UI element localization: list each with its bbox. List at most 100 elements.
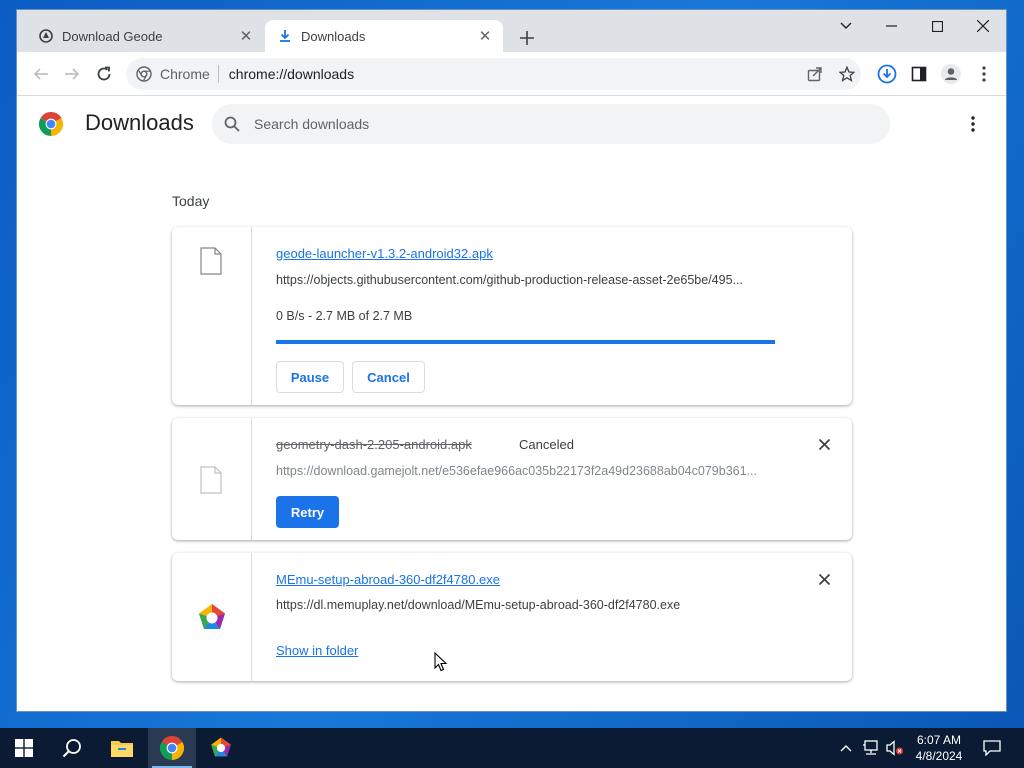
kebab-menu-icon bbox=[971, 116, 975, 132]
windows-taskbar: 6:07 AM 4/8/2024 bbox=[0, 728, 1024, 768]
taskbar-clock[interactable]: 6:07 AM 4/8/2024 bbox=[906, 732, 972, 764]
memu-app-icon bbox=[199, 604, 225, 629]
notification-icon bbox=[983, 740, 1001, 756]
download-icon-area bbox=[172, 553, 252, 681]
tab-search-button[interactable] bbox=[823, 10, 869, 42]
download-item: geode-launcher-v1.3.2-android32.apk http… bbox=[172, 227, 852, 405]
download-arrow-icon bbox=[277, 28, 293, 44]
file-name-link[interactable]: MEmu-setup-abroad-360-df2f4780.exe bbox=[276, 572, 500, 587]
reload-button[interactable] bbox=[90, 60, 118, 88]
page-title: Downloads bbox=[85, 110, 194, 135]
download-icon-area bbox=[172, 227, 252, 405]
network-button[interactable] bbox=[860, 728, 882, 768]
chrome-site-icon bbox=[136, 66, 152, 82]
address-bar[interactable]: Chrome chrome://downloads bbox=[126, 58, 861, 90]
chevron-down-icon bbox=[840, 22, 852, 29]
search-downloads-field[interactable] bbox=[212, 104, 890, 144]
side-panel-button[interactable] bbox=[906, 61, 932, 87]
memu-app-icon bbox=[211, 737, 231, 757]
source-url: https://download.gamejolt.net/e536efae96… bbox=[276, 464, 757, 478]
file-name-link[interactable]: geode-launcher-v1.3.2-android32.apk bbox=[276, 246, 493, 261]
show-hidden-icons-button[interactable] bbox=[836, 728, 856, 768]
forward-button[interactable] bbox=[58, 60, 86, 88]
geode-icon bbox=[38, 28, 54, 44]
new-tab-button[interactable] bbox=[513, 24, 541, 52]
tab-download-geode[interactable]: Download Geode ✕ bbox=[26, 20, 264, 52]
reload-icon bbox=[97, 66, 111, 81]
arrow-left-icon bbox=[33, 68, 48, 80]
status-canceled: Canceled bbox=[519, 437, 574, 452]
source-url: https://dl.memuplay.net/download/MEmu-se… bbox=[276, 598, 681, 612]
progress-bar bbox=[276, 340, 775, 344]
download-circle-icon bbox=[877, 64, 897, 84]
side-panel-icon bbox=[911, 66, 927, 82]
downloads-header: Downloads bbox=[17, 96, 1006, 152]
retry-button[interactable]: Retry bbox=[276, 496, 339, 528]
close-icon bbox=[818, 438, 830, 450]
maximize-button[interactable] bbox=[914, 10, 960, 42]
plus-icon bbox=[520, 31, 534, 45]
tab-strip: Download Geode ✕ Downloads ✕ bbox=[17, 10, 1006, 52]
bookmark-button[interactable] bbox=[834, 61, 860, 87]
close-window-button[interactable] bbox=[960, 10, 1006, 42]
maximize-icon bbox=[931, 20, 943, 32]
pause-button[interactable]: Pause bbox=[276, 361, 344, 393]
mouse-cursor-icon bbox=[434, 652, 448, 672]
tab-downloads[interactable]: Downloads ✕ bbox=[265, 20, 503, 52]
start-button[interactable] bbox=[0, 728, 48, 768]
remove-download-button[interactable] bbox=[814, 434, 834, 454]
omnibox-separator bbox=[217, 65, 219, 83]
volume-muted-icon bbox=[886, 740, 903, 756]
date-section-header: Today bbox=[172, 193, 210, 209]
share-button[interactable] bbox=[802, 61, 828, 87]
clock-date: 4/8/2024 bbox=[915, 749, 963, 763]
action-center-button[interactable] bbox=[978, 728, 1006, 768]
volume-button[interactable] bbox=[884, 728, 906, 768]
search-icon bbox=[62, 739, 81, 758]
close-icon bbox=[818, 573, 830, 585]
tab-title: Download Geode bbox=[62, 28, 163, 44]
close-icon bbox=[977, 20, 989, 32]
file-name-canceled: geometry-dash-2.205-android.apk bbox=[276, 437, 472, 452]
tab-close-icon[interactable]: ✕ bbox=[236, 26, 256, 46]
minimize-button[interactable] bbox=[868, 10, 914, 42]
download-icon-area bbox=[172, 418, 252, 540]
chevron-up-icon bbox=[840, 745, 852, 752]
taskbar-chrome[interactable] bbox=[148, 728, 196, 768]
windows-logo-icon bbox=[15, 739, 33, 757]
chrome-logo-icon bbox=[160, 736, 184, 760]
remove-download-button[interactable] bbox=[814, 569, 834, 589]
browser-toolbar: Chrome chrome://downloads bbox=[17, 52, 1006, 96]
show-in-folder-link[interactable]: Show in folder bbox=[276, 643, 358, 658]
profile-button[interactable] bbox=[938, 61, 964, 87]
download-item: geometry-dash-2.205-android.apk Canceled… bbox=[172, 418, 852, 540]
downloads-page: Downloads Today geode-launcher-v1.3.2-an… bbox=[17, 96, 1006, 711]
download-item: MEmu-setup-abroad-360-df2f4780.exe https… bbox=[172, 553, 852, 681]
kebab-menu-icon bbox=[982, 66, 986, 82]
file-icon bbox=[200, 247, 222, 275]
folder-icon bbox=[111, 741, 133, 757]
clock-time: 6:07 AM bbox=[916, 733, 962, 747]
minimize-icon bbox=[885, 25, 897, 27]
network-icon bbox=[863, 740, 878, 755]
taskbar-file-explorer[interactable] bbox=[98, 728, 146, 768]
downloads-menu-button[interactable] bbox=[961, 112, 985, 136]
omnibox-url: chrome://downloads bbox=[228, 66, 355, 82]
omnibox-site-label: Chrome bbox=[160, 66, 210, 82]
tab-title: Downloads bbox=[301, 28, 366, 44]
star-icon bbox=[839, 66, 855, 82]
file-icon bbox=[200, 466, 222, 494]
search-input[interactable] bbox=[254, 116, 814, 132]
search-icon bbox=[224, 116, 240, 132]
taskbar-memu[interactable] bbox=[197, 728, 245, 768]
cancel-button[interactable]: Cancel bbox=[352, 361, 425, 393]
source-url: https://objects.githubusercontent.com/gi… bbox=[276, 273, 743, 287]
taskbar-search-button[interactable] bbox=[48, 728, 96, 768]
downloads-toolbar-button[interactable] bbox=[874, 61, 900, 87]
progress-fill bbox=[276, 340, 775, 344]
tab-close-icon[interactable]: ✕ bbox=[475, 26, 495, 46]
arrow-right-icon bbox=[65, 68, 80, 80]
back-button[interactable] bbox=[27, 60, 55, 88]
browser-menu-button[interactable] bbox=[971, 61, 997, 87]
avatar-icon bbox=[941, 64, 961, 84]
